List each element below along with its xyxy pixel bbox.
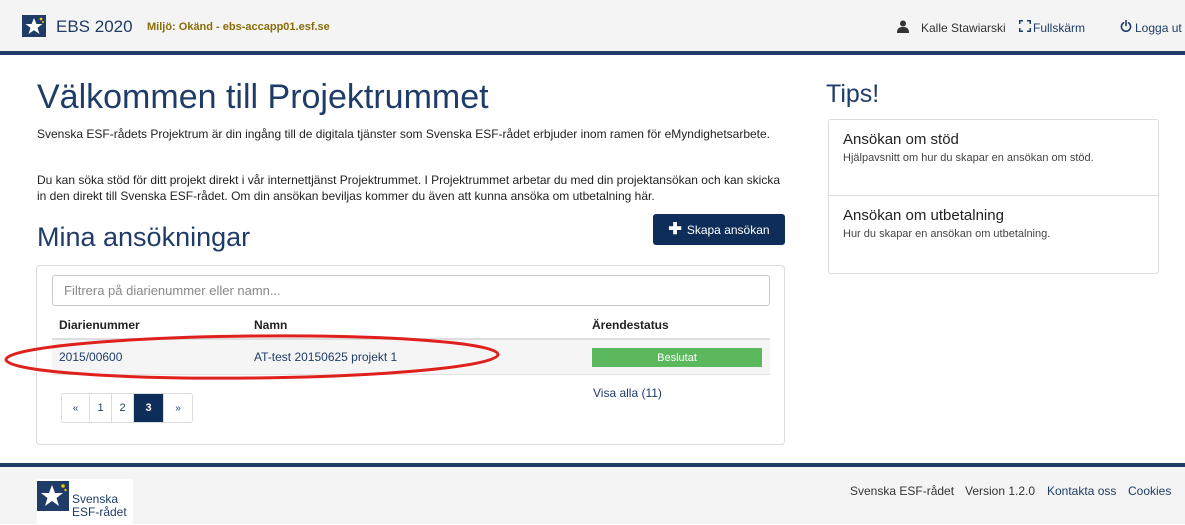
applications-panel: Diarienummer Namn Ärendestatus 2015/0060… (36, 265, 785, 445)
tip-item-ansokan-om-stod[interactable]: Ansökan om stöd Hjälpavsnitt om hur du s… (829, 120, 1158, 196)
page-title: Välkommen till Projektrummet (37, 78, 489, 116)
footer-logo-line2: ESF-rådet (72, 505, 127, 519)
user-icon (897, 20, 909, 33)
pagination: « 1 2 3 » (61, 393, 193, 423)
tips-panel: Ansökan om stöd Hjälpavsnitt om hur du s… (828, 119, 1159, 274)
logout-link[interactable]: Logga ut (1135, 21, 1182, 35)
pagination-page-1[interactable]: 1 (90, 394, 112, 422)
application-name-link[interactable]: AT-test 20150625 projekt 1 (254, 350, 397, 364)
tip-title: Ansökan om stöd (843, 131, 959, 148)
intro-paragraph-2: Du kan söka stöd för ditt projekt direkt… (37, 173, 780, 203)
esf-star-logo-icon (37, 481, 69, 511)
user-name[interactable]: Kalle Stawiarski (921, 21, 1006, 35)
pagination-prev[interactable]: « (62, 394, 90, 422)
tip-title: Ansökan om utbetalning (843, 207, 1004, 224)
create-application-label: Skapa ansökan (686, 222, 770, 237)
column-header-status[interactable]: Ärendestatus (592, 318, 669, 332)
pagination-page-2[interactable]: 2 (112, 394, 134, 422)
environment-label: Miljö: Okänd - ebs-accapp01.esf.se (147, 21, 330, 33)
plus-icon: ✚ (668, 220, 682, 238)
applications-title: Mina ansökningar (37, 222, 251, 252)
fullscreen-link[interactable]: Fullskärm (1033, 21, 1085, 35)
tips-title: Tips! (826, 80, 880, 108)
footer-contact-link[interactable]: Kontakta oss (1047, 484, 1116, 498)
pagination-next[interactable]: » (164, 394, 192, 422)
tip-item-ansokan-om-utbetalning[interactable]: Ansökan om utbetalning Hur du skapar en … (829, 196, 1158, 251)
footer-version: Version 1.2.0 (965, 484, 1036, 498)
footer-cookies-link[interactable]: Cookies (1128, 484, 1171, 498)
power-icon[interactable] (1120, 20, 1132, 32)
intro-paragraph-1: Svenska ESF-rådets Projektrum är din ing… (37, 127, 771, 141)
status-badge: Beslutat (592, 348, 762, 367)
footer: Svenska ESF-rådet Svenska ESF-rådet Vers… (0, 463, 1185, 525)
footer-organization: Svenska ESF-rådet (850, 484, 955, 498)
column-header-namn[interactable]: Namn (254, 318, 287, 332)
table-row[interactable]: 2015/00600 AT-test 20150625 projekt 1 Be… (52, 340, 770, 375)
esf-star-logo-icon[interactable] (22, 15, 46, 37)
top-navbar: EBS 2020 Miljö: Okänd - ebs-accapp01.esf… (0, 0, 1185, 55)
show-all-link[interactable]: Visa alla (11) (593, 386, 662, 400)
tip-description: Hjälpavsnitt om hur du skapar en ansökan… (843, 152, 1094, 164)
fullscreen-icon[interactable] (1019, 20, 1031, 32)
diarienummer-link[interactable]: 2015/00600 (59, 350, 122, 364)
footer-logo: Svenska ESF-rådet (37, 479, 133, 525)
tip-description: Hur du skapar en ansökan om utbetalning. (843, 228, 1051, 240)
create-application-button[interactable]: ✚ Skapa ansökan (653, 214, 785, 245)
pagination-page-3[interactable]: 3 (134, 394, 164, 422)
footer-logo-text: Svenska ESF-rådet (72, 493, 127, 519)
column-header-diarienummer[interactable]: Diarienummer (59, 318, 140, 332)
filter-input[interactable] (52, 275, 770, 306)
app-title[interactable]: EBS 2020 (56, 17, 133, 37)
